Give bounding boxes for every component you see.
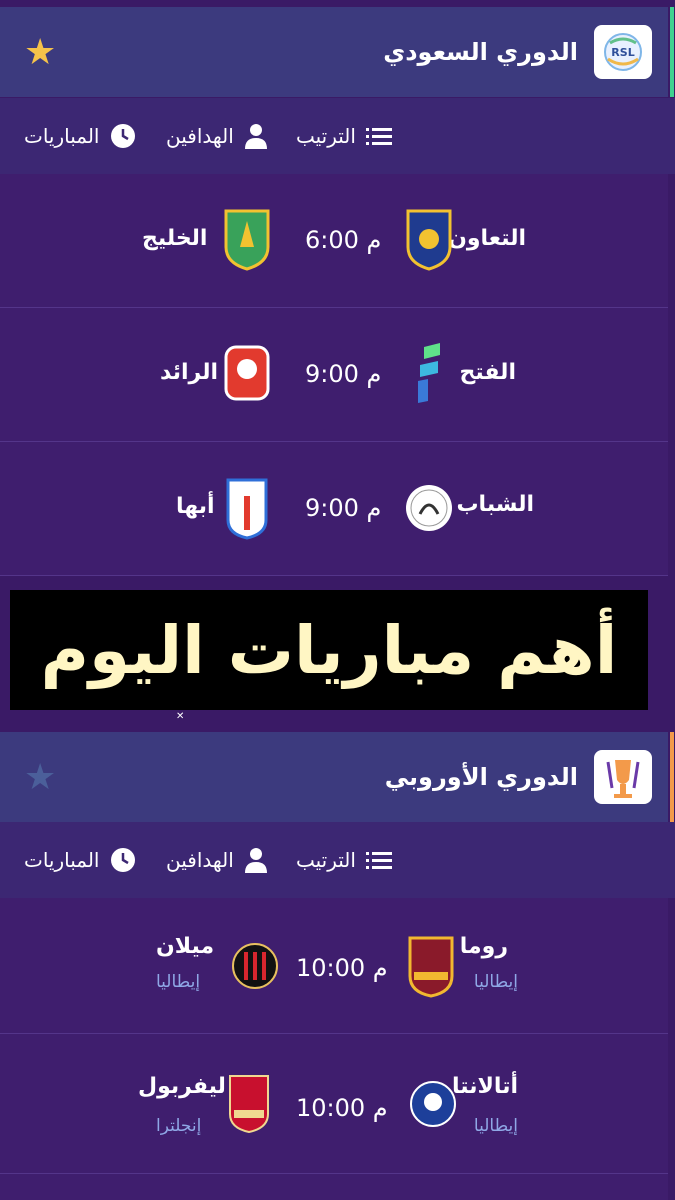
tab-matches-label: المباريات [24,124,100,148]
home-team-country: إيطاليا [473,1116,518,1136]
league-name: الدوري السعودي [383,38,578,66]
away-team-name: ميلان [156,934,215,959]
league-accent-bar [670,7,674,97]
league-header[interactable]: ★ الدوري السعودي RSL [0,7,674,97]
tab-standings-label: الترتيب [296,848,356,872]
match-row[interactable]: التعاون 6:00 م الخليج [0,174,668,308]
tab-standings[interactable]: الترتيب [296,848,392,872]
match-time: 9:00 م [305,494,382,522]
away-team-logo [224,345,270,401]
list-icon [365,126,392,146]
tab-standings-label: الترتيب [296,124,356,148]
tab-matches-label: المباريات [24,848,100,872]
banner-text: أهم مباريات اليوم [40,611,618,689]
match-time: 10:00 م [296,954,388,982]
home-team-country: إيطاليا [473,972,518,992]
league-accent-bar [670,732,674,822]
away-team-name: أبها [176,494,215,519]
home-team-name: التعاون [448,226,526,251]
list-continuation [0,1174,668,1200]
league-name: الدوري الأوروبي [384,763,578,791]
tab-standings[interactable]: الترتيب [296,124,392,148]
match-row[interactable]: روما إيطاليا 10:00 م ميلان إيطاليا [0,898,668,1034]
away-team-country: إيطاليا [156,972,201,992]
tab-scorers[interactable]: الهدافين [166,847,268,873]
league-header[interactable]: ★ الدوري الأوروبي [0,732,674,822]
away-team-name: الخليج [142,226,208,251]
league-logo: RSL [594,25,652,79]
promo-banner: أهم مباريات اليوم [10,590,648,710]
away-team-name: الرائد [160,360,218,385]
home-team-name: الفتح [459,360,516,385]
home-team-logo [406,485,452,531]
away-team-name: ليفربول [138,1074,226,1099]
match-row[interactable]: أتالانتا إيطاليا 10:00 م ليفربول إنجلترا [0,1034,668,1174]
home-team-logo [418,343,440,403]
match-time: 10:00 م [296,1094,388,1122]
home-team-logo [410,1081,456,1127]
favorite-star-icon[interactable]: ★ [24,757,56,798]
league-tabs: الترتيب الهدافين المباريات [0,822,675,898]
sparkle-icon: ✕ [176,711,185,722]
league-logo-text: RSL [611,46,634,59]
match-row[interactable]: الشباب 9:00 م أبها [0,442,668,576]
tab-matches[interactable]: المباريات [24,847,136,873]
home-team-logo [408,936,454,998]
away-team-country: إنجلترا [156,1116,202,1136]
tab-scorers-label: الهدافين [166,124,234,148]
tab-scorers-label: الهدافين [166,848,234,872]
match-time: 9:00 م [305,360,382,388]
away-team-logo [226,478,268,540]
away-team-logo [224,209,270,271]
home-team-name: الشباب [456,492,534,517]
match-row[interactable]: الفتح 9:00 م الرائد [0,308,668,442]
away-team-logo [232,943,278,989]
user-icon [244,123,268,149]
tab-matches[interactable]: المباريات [24,123,136,149]
home-team-name: أتالانتا [452,1074,518,1099]
home-team-logo [406,209,452,271]
user-icon [244,847,268,873]
home-team-name: روما [459,934,508,959]
clock-icon [110,123,136,149]
list-icon [365,850,392,870]
match-time: 6:00 م [305,226,382,254]
away-team-logo [229,1075,269,1134]
league-logo [594,750,652,804]
league-tabs: الترتيب الهدافين المباريات [0,98,675,174]
clock-icon [110,847,136,873]
favorite-star-icon[interactable]: ★ [24,32,56,73]
tab-scorers[interactable]: الهدافين [166,123,268,149]
